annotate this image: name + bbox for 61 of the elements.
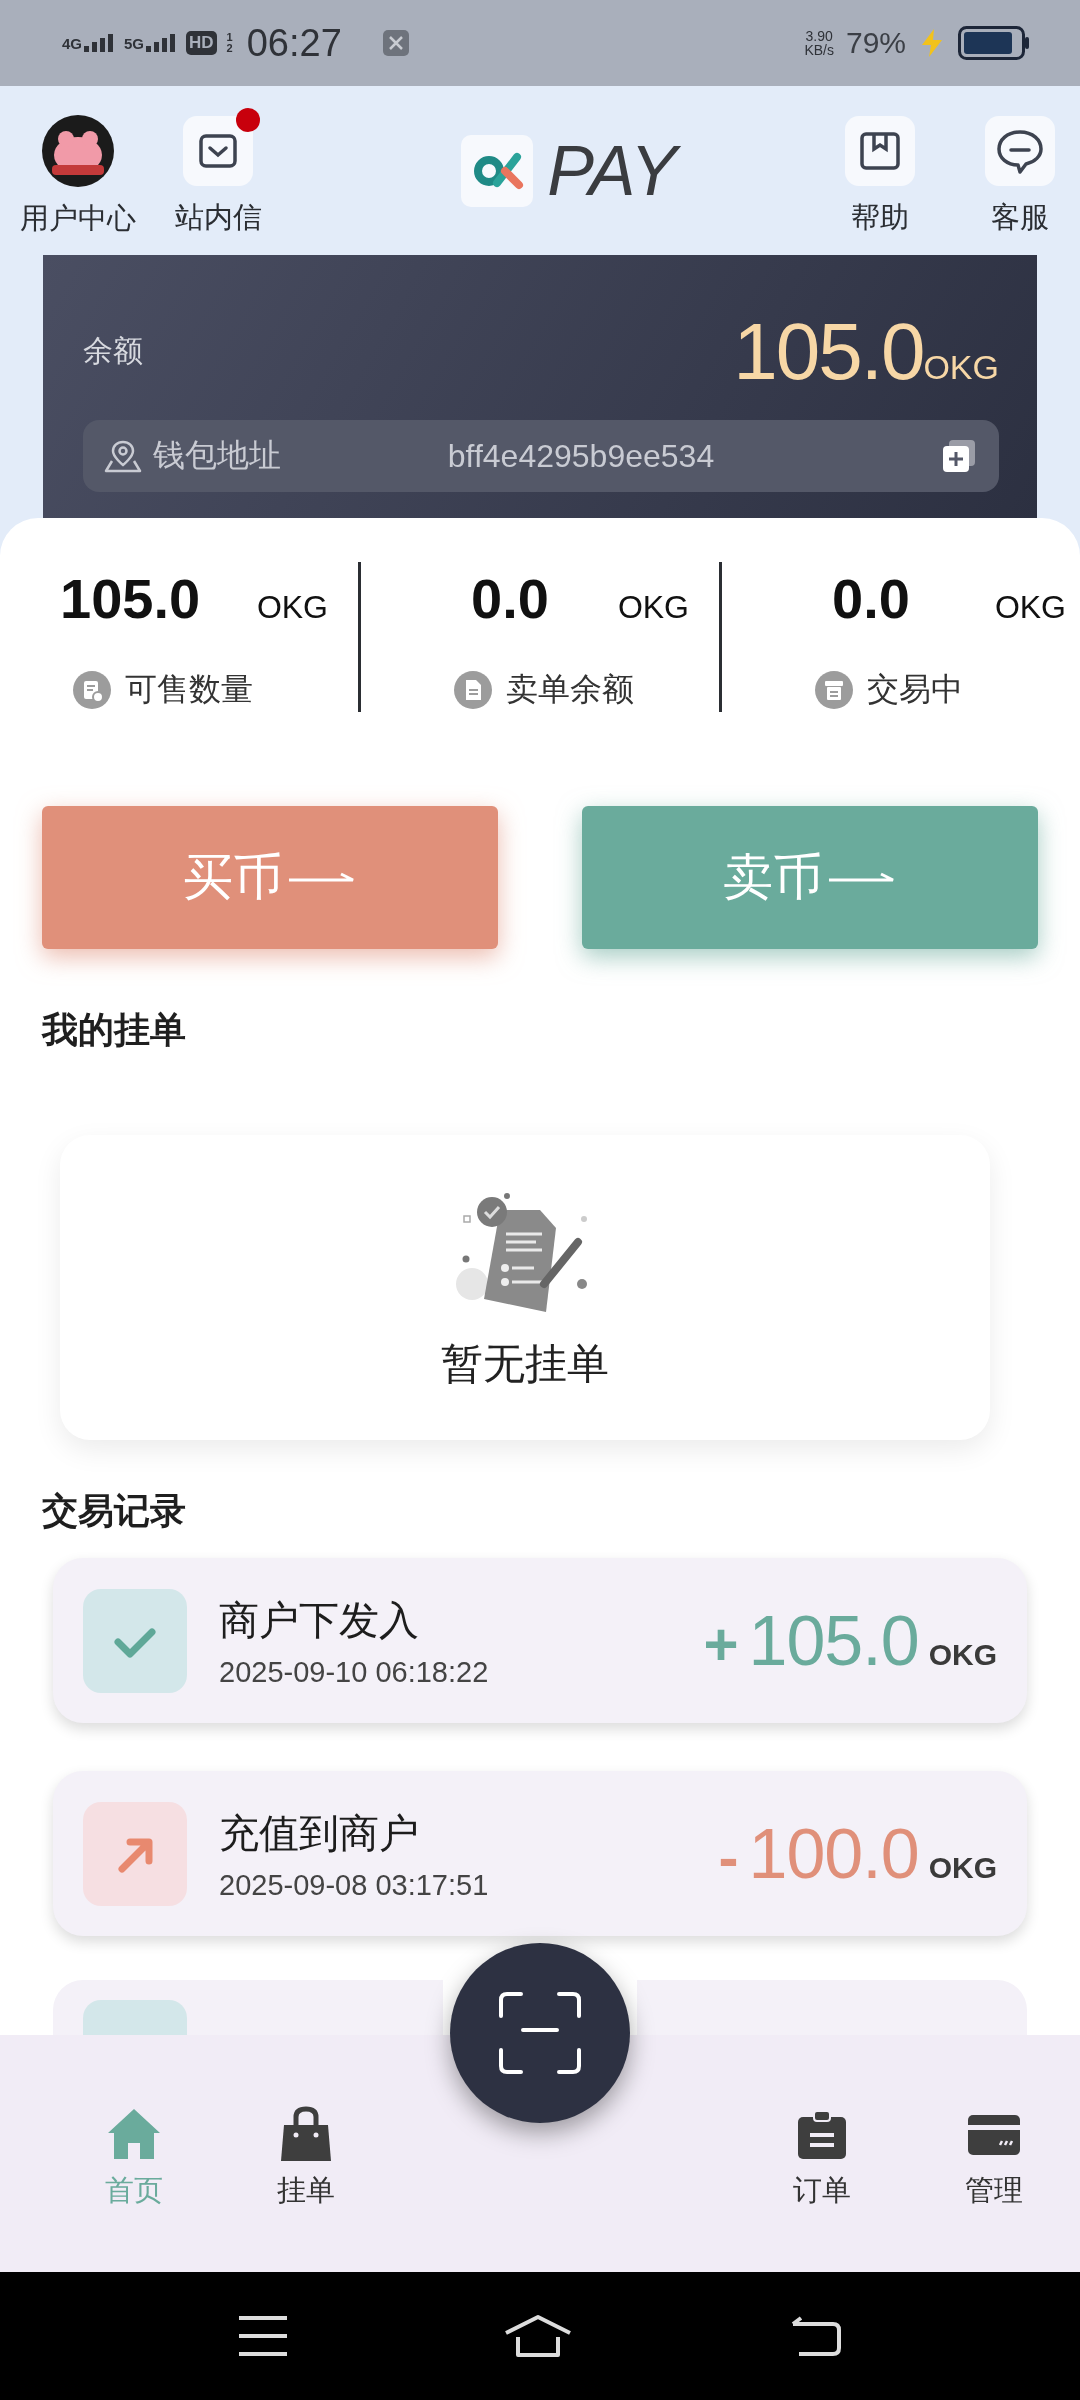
location-pin-icon [103, 439, 143, 473]
stat-value: 0.0 [832, 566, 910, 631]
currency-unit: OKG [928, 1850, 997, 1885]
copy-icon[interactable] [941, 438, 977, 474]
mail-icon [183, 115, 253, 186]
balance-amount: 105.0 [733, 306, 924, 398]
wallet-address: bff4e4295b9ee534 [447, 437, 716, 475]
transaction-card[interactable]: 商户下发入 2025-09-10 06:18:22 +105.0 OKG [53, 1558, 1027, 1723]
header-link[interactable]: 站内信 [174, 197, 262, 238]
signal-icon [146, 34, 177, 52]
nav-tab[interactable]: 挂单 [220, 2105, 392, 2211]
avatar-icon [42, 114, 114, 187]
header-link[interactable]: 客服 [991, 197, 1049, 238]
currency-unit: OKG [928, 1637, 997, 1672]
stat-label: 交易中 [867, 670, 963, 709]
stat-value: 0.0 [471, 566, 549, 631]
currency-unit: OKG [923, 348, 999, 387]
scan-icon [497, 1990, 583, 2076]
amount-sign: - [718, 1822, 739, 1892]
network-label: 4G [62, 35, 82, 52]
clock: 06:27 [246, 21, 342, 65]
stat-unit: OKG [256, 589, 328, 626]
amount-sign: + [703, 1609, 739, 1679]
section-title: 交易记录 [42, 1489, 187, 1533]
stat-label: 卖单余额 [506, 670, 634, 709]
stat-label: 可售数量 [125, 670, 253, 709]
menu-icon [236, 2314, 289, 2358]
battery-icon [958, 26, 1030, 60]
balance-label: 余额 [83, 333, 143, 369]
sim-slot: 1 [226, 32, 233, 43]
transaction-title: 充值到商户 [219, 1809, 420, 1857]
transaction-amount: 105.0 [748, 1600, 919, 1681]
wallet-label: 钱包地址 [153, 436, 281, 475]
stat-unit: OKG [617, 589, 689, 626]
speed-unit: KB/s [804, 43, 834, 57]
transaction-time: 2025-09-08 03:17:51 [219, 1868, 489, 1902]
stat-value: 105.0 [60, 566, 201, 631]
hd-badge: HD [186, 31, 217, 55]
signal-icon [84, 34, 114, 52]
nav-tab[interactable]: 订单 [736, 2105, 908, 2211]
chat-icon [985, 115, 1055, 186]
section-title: 我的挂单 [42, 1008, 187, 1052]
nav-tab[interactable]: 管理 [908, 2105, 1080, 2211]
transaction-card[interactable]: 充值到商户 2025-09-08 03:17:51 -100.0 OKG [53, 1771, 1027, 1936]
document-icon [815, 671, 853, 709]
battery-percent: 79% [845, 26, 906, 60]
network-label: 5G [124, 35, 145, 52]
bookmark-icon [845, 115, 915, 186]
document-icon [73, 671, 111, 709]
document-icon [454, 671, 492, 709]
home-icon [502, 2313, 574, 2359]
transaction-time: 2025-09-10 06:18:22 [219, 1655, 489, 1689]
transaction-title: 商户下发入 [219, 1596, 420, 1644]
header-link[interactable]: 帮助 [851, 197, 909, 238]
sim-slot: 2 [226, 43, 233, 54]
stat-unit: OKG [994, 589, 1066, 626]
empty-message: 暂无挂单 [441, 1338, 609, 1389]
header-link[interactable]: 用户中心 [20, 198, 136, 239]
transaction-amount: 100.0 [748, 1813, 919, 1894]
logo-icon [461, 134, 534, 207]
network-speed: 3.90 [805, 29, 833, 43]
